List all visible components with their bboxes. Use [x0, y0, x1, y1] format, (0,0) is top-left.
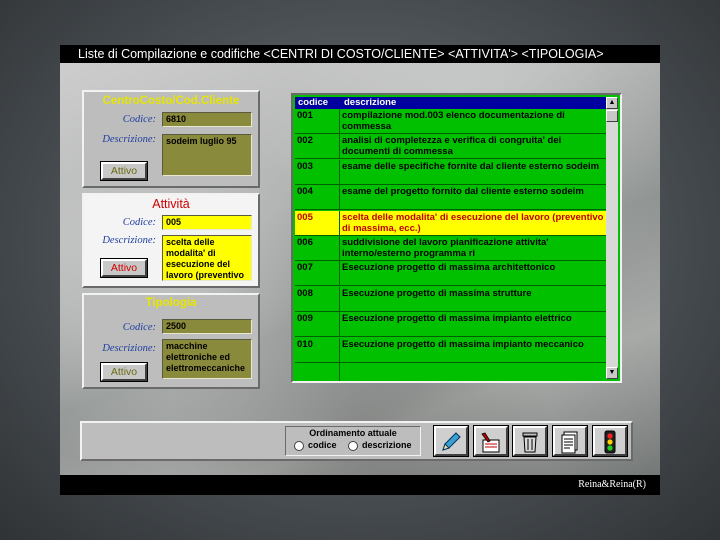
pen-icon — [442, 432, 461, 451]
table-row[interactable]: 009 Esecuzione progetto di massima impian… — [295, 312, 608, 338]
code-label: Codice: — [122, 114, 156, 125]
code-label: Codice: — [122, 217, 156, 228]
row-code-cell: 004 — [297, 186, 313, 198]
desc-label: Descrizione: — [102, 343, 156, 354]
attivo-button-attivita[interactable]: Attivo — [100, 258, 148, 278]
table-row[interactable]: 008 Esecuzione progetto di massima strutt… — [295, 286, 608, 312]
row-description-cell: Esecuzione progetto di massima architett… — [342, 262, 556, 274]
app-window: Liste di Compilazione e codifiche <CENTR… — [60, 45, 660, 495]
desc-field-attivita[interactable]: scelta delle modalita' di esecuzione del… — [162, 235, 252, 281]
ordering-title: Ordinamento attuale — [309, 428, 397, 438]
row-description-cell: suddivisione del lavoro pianificazione a… — [342, 237, 549, 259]
exit-tool-button[interactable] — [592, 425, 628, 457]
scroll-thumb[interactable] — [606, 110, 618, 122]
radio-label-codice: codice — [308, 440, 337, 450]
panel-title-centro-costo: CentroCosto/Cod.Cliente — [102, 95, 240, 107]
row-code-cell: 007 — [297, 262, 313, 274]
table-row[interactable]: 004 esame del progetto fornito dal client… — [295, 185, 608, 211]
attivo-button-centro-costo[interactable]: Attivo — [100, 161, 148, 181]
row-code-cell: 010 — [297, 338, 313, 350]
radio-label-descrizione: descrizione — [362, 440, 412, 450]
radio-codice[interactable] — [294, 441, 304, 451]
print-list-tool-button[interactable] — [552, 425, 588, 457]
column-header-descrizione[interactable]: descrizione — [344, 97, 396, 109]
table-row[interactable]: 001 compilazione mod.003 elenco documenta… — [295, 109, 608, 134]
row-code-cell: 002 — [297, 135, 313, 147]
row-description-cell: esame delle specifiche fornite dal clien… — [342, 160, 600, 172]
status-bar: Reina&Reina(R) — [60, 475, 660, 495]
table-row[interactable]: 005 scelta delle modalita' di esecuzione … — [295, 210, 608, 236]
row-description-cell: Esecuzione progetto di massima strutture — [342, 287, 532, 299]
row-description-cell: analisi di completezza e verifica di con… — [342, 135, 562, 158]
delete-tool-button[interactable] — [512, 425, 548, 457]
panel-title-attivita: Attività — [152, 197, 190, 211]
column-header-codice[interactable]: codice — [298, 97, 328, 109]
window-title: Liste di Compilazione e codifiche <CENTR… — [60, 45, 660, 63]
row-description-cell: scelta delle modalita' di esecuzione del… — [342, 211, 604, 234]
desc-field-centro-costo[interactable]: sodeim luglio 95 — [162, 134, 252, 176]
code-label: Codice: — [122, 322, 156, 333]
scroll-down-arrow-icon[interactable]: ▼ — [606, 367, 618, 379]
trash-icon — [522, 432, 538, 453]
desc-label: Descrizione: — [102, 235, 156, 246]
grid-header: codice descrizione — [295, 97, 608, 109]
code-field-tipologia[interactable]: 2500 — [162, 319, 252, 334]
activity-grid[interactable]: codice descrizione 001 compilazione mod.0… — [291, 93, 622, 383]
panel-centro-costo: CentroCosto/Cod.Cliente Codice: 6810 Des… — [82, 90, 260, 188]
desc-label: Descrizione: — [102, 134, 156, 145]
row-code-cell: 009 — [297, 313, 313, 325]
pen-tool-button[interactable] — [433, 425, 469, 457]
panel-attivita: Attività Codice: 005 Descrizione: scelta… — [82, 193, 260, 288]
row-code-cell: 003 — [297, 160, 313, 172]
edit-form-tool-button[interactable] — [473, 425, 509, 457]
traffic-light-icon — [604, 430, 616, 454]
row-description-cell: Esecuzione progetto di massima impianto … — [342, 313, 572, 325]
row-description-cell: esame del progetto fornito dal cliente e… — [342, 186, 584, 198]
table-row[interactable]: 007 Esecuzione progetto di massima archit… — [295, 261, 608, 287]
panel-title-tipologia: Tipologia — [145, 297, 197, 309]
edit-form-icon — [481, 432, 500, 453]
row-code-cell: 001 — [297, 110, 313, 121]
row-code-cell: 006 — [297, 237, 313, 248]
grid-scrollbar[interactable]: ▲ ▼ — [606, 97, 618, 379]
table-row[interactable]: 010 Esecuzione progetto di massima impian… — [295, 337, 608, 363]
print-icon — [561, 431, 578, 454]
code-field-centro-costo[interactable]: 6810 — [162, 112, 252, 127]
table-row[interactable]: 002 analisi di completezza e verifica di … — [295, 134, 608, 160]
scroll-up-arrow-icon[interactable]: ▲ — [606, 97, 618, 109]
radio-descrizione[interactable] — [348, 441, 358, 451]
code-field-attivita[interactable]: 005 — [162, 215, 252, 230]
table-row[interactable]: 006 suddivisione del lavoro pianificazio… — [295, 236, 608, 261]
bottom-toolbar: Ordinamento attuale codice descrizione — [80, 421, 633, 461]
ordering-group: Ordinamento attuale codice descrizione — [285, 426, 421, 456]
attivo-button-tipologia[interactable]: Attivo — [100, 362, 148, 382]
table-row[interactable]: 003 esame delle specifiche fornite dal cl… — [295, 159, 608, 185]
credit-text: Reina&Reina(R) — [578, 479, 646, 490]
row-description-cell: Esecuzione progetto di massima impianto … — [342, 338, 584, 350]
table-row[interactable] — [295, 363, 608, 381]
row-code-cell: 008 — [297, 287, 313, 299]
desc-field-tipologia[interactable]: macchine elettroniche ed elettromeccanic… — [162, 339, 252, 379]
panel-tipologia: Tipologia Codice: 2500 Descrizione: macc… — [82, 293, 260, 389]
row-description-cell: compilazione mod.003 elenco documentazio… — [342, 110, 565, 132]
row-code-cell: 005 — [297, 211, 313, 223]
